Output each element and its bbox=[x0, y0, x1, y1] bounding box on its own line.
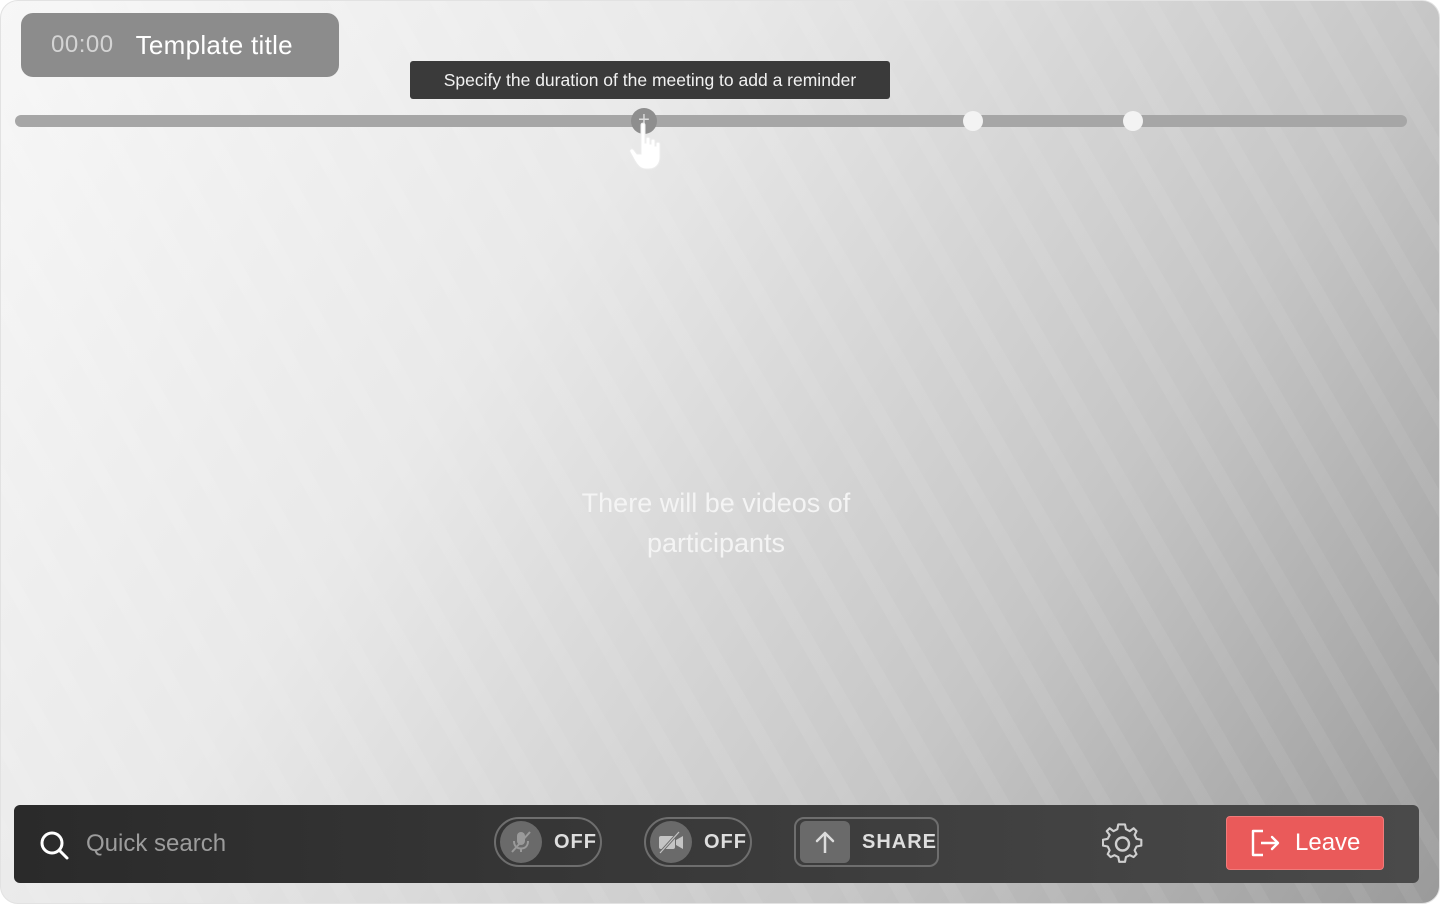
meeting-timer: 00:00 bbox=[51, 31, 114, 58]
arrow-up-icon bbox=[800, 821, 850, 863]
mic-state-label: OFF bbox=[554, 830, 597, 853]
exit-icon bbox=[1251, 829, 1280, 857]
timeline-tooltip: Specify the duration of the meeting to a… bbox=[410, 61, 890, 99]
camera-toggle-button[interactable]: OFF bbox=[644, 817, 752, 867]
camera-off-icon bbox=[650, 821, 692, 863]
share-screen-button[interactable]: SHARE bbox=[794, 817, 939, 867]
hand-pointer-icon bbox=[629, 122, 661, 170]
timeline-marker[interactable] bbox=[963, 111, 983, 131]
search-icon bbox=[40, 831, 69, 860]
meeting-window: 00:00 Template title Specify the duratio… bbox=[0, 0, 1440, 904]
mic-toggle-button[interactable]: OFF bbox=[494, 817, 602, 867]
leave-button[interactable]: Leave bbox=[1226, 816, 1384, 870]
camera-state-label: OFF bbox=[704, 830, 747, 853]
participants-placeholder: There will be videos of participants bbox=[581, 488, 851, 558]
timeline-track[interactable] bbox=[15, 115, 1407, 127]
meeting-title-pill: 00:00 Template title bbox=[21, 13, 339, 77]
timeline-marker[interactable] bbox=[1123, 111, 1143, 131]
leave-label: Leave bbox=[1295, 829, 1361, 856]
bottom-toolbar: OFF OFF SHARE bbox=[14, 805, 1419, 883]
quick-search-input[interactable] bbox=[86, 825, 406, 863]
share-label: SHARE bbox=[861, 830, 937, 853]
mic-off-icon bbox=[500, 821, 542, 863]
meeting-title: Template title bbox=[135, 29, 293, 60]
gear-icon[interactable] bbox=[1102, 823, 1144, 865]
